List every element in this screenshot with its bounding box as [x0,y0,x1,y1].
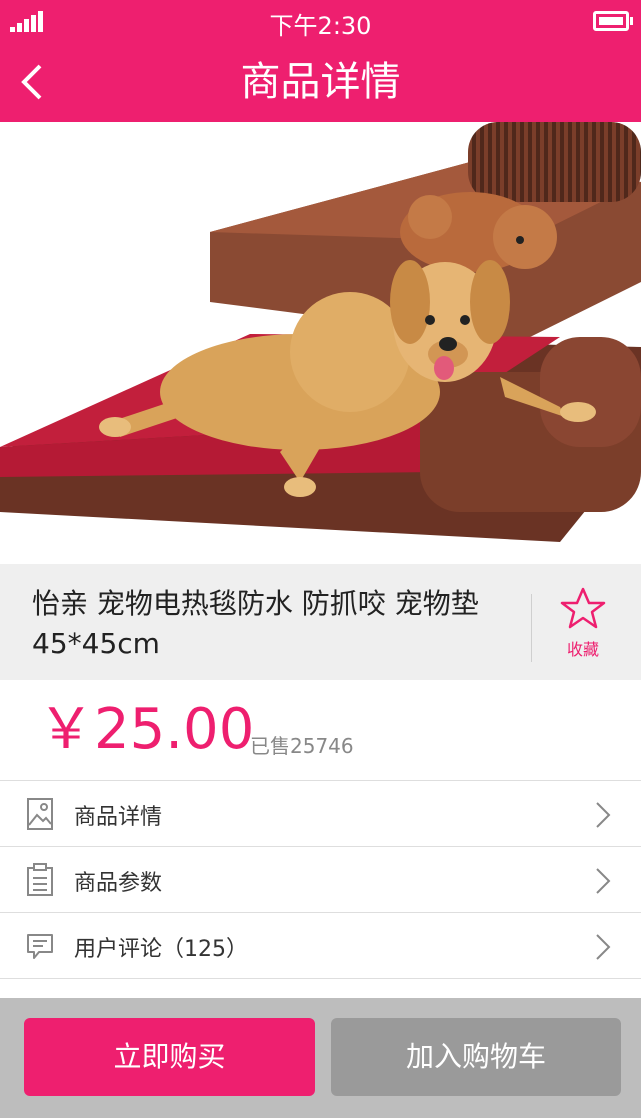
divider [531,594,532,662]
clipboard-icon [27,863,53,896]
battery-icon [593,11,633,31]
chevron-right-icon [596,934,611,960]
menu-label: 商品参数 [74,871,163,896]
menu-label: 用户评论（125） [74,937,248,962]
price-section: ￥25.00 已售25746 [0,680,641,781]
chevron-right-icon [596,802,611,828]
favorite-button[interactable]: 收藏 [546,586,620,662]
status-time: 下午2:30 [269,12,372,40]
buy-now-button[interactable]: 立即购买 [24,1018,315,1096]
sold-count: 已售25746 [250,734,354,758]
menu-item-product-details[interactable]: 商品详情 [0,781,641,847]
favorite-label: 收藏 [566,640,599,659]
page-title: 商品详情 [240,59,401,105]
star-icon [560,587,606,629]
nav-bar: 商品详情 [0,44,641,122]
status-bar: 下午2:30 [0,0,641,44]
comment-icon [27,934,53,959]
price: ￥25.00 [38,697,255,762]
add-to-cart-button[interactable]: 加入购物车 [331,1018,621,1096]
product-title-section: 怡亲 宠物电热毯防水 防抓咬 宠物垫45*45cm 收藏 [0,564,641,680]
product-image [0,122,641,564]
menu-label: 商品详情 [74,805,163,830]
menu-item-product-params[interactable]: 商品参数 [0,847,641,913]
image-icon [27,798,53,830]
bottom-action-bar: 立即购买 加入购物车 [0,998,641,1118]
chevron-right-icon [596,868,611,894]
product-title: 怡亲 宠物电热毯防水 防抓咬 宠物垫45*45cm [32,587,479,660]
menu-item-user-reviews[interactable]: 用户评论（125） [0,913,641,979]
